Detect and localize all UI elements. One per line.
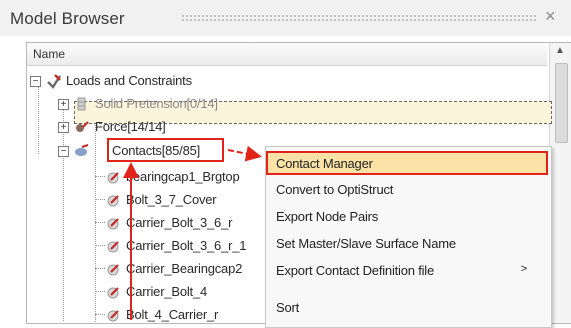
- expand-icon[interactable]: +: [58, 122, 69, 133]
- column-header-label: Name: [33, 47, 66, 61]
- expand-icon[interactable]: +: [58, 99, 69, 110]
- collapse-icon[interactable]: −: [58, 146, 69, 157]
- contact-pair-icon: [107, 218, 119, 230]
- tree-connector-line: [95, 245, 105, 246]
- collapse-icon[interactable]: −: [30, 76, 41, 87]
- context-menu: Contact Manager Convert to OptiStruct Ex…: [265, 146, 552, 328]
- tree-connector-line: [95, 199, 105, 200]
- tree-item-label: bearingcap1_Brgtop: [126, 169, 240, 184]
- menu-item-contact-manager[interactable]: Contact Manager: [266, 151, 548, 175]
- tree-item-label: Carrier_Bolt_4: [126, 284, 208, 299]
- close-icon[interactable]: ×: [545, 6, 556, 27]
- menu-item-set-master-slave-surface-name[interactable]: Set Master/Slave Surface Name: [276, 236, 456, 251]
- menu-item-export-contact-definition-file[interactable]: Export Contact Definition file >: [276, 263, 541, 278]
- panel-title: Model Browser: [10, 9, 125, 28]
- menu-item-convert-to-optistruct[interactable]: Convert to OptiStruct: [276, 182, 393, 197]
- vertical-scrollbar[interactable]: ▲: [549, 43, 571, 323]
- tree-item-loads-and-constraints[interactable]: − Loads and Constraints: [28, 70, 328, 92]
- tree-item-label: Carrier_Bolt_3_6_r_1: [126, 238, 247, 253]
- tree-connector-line: [95, 268, 105, 269]
- pretension-icon: [77, 97, 86, 111]
- tree-connector-line: [95, 176, 105, 177]
- tree-item-label: Loads and Constraints: [66, 73, 192, 88]
- model-browser-header: Model Browser ×: [0, 0, 571, 36]
- contact-pair-icon: [107, 287, 119, 299]
- tree-item-solid-pretension[interactable]: + Solid Pretension[0/14]: [52, 93, 352, 115]
- menu-item-export-node-pairs[interactable]: Export Node Pairs: [276, 209, 378, 224]
- scroll-up-arrow-icon[interactable]: ▲: [555, 45, 565, 56]
- tree-item-label: Carrier_Bolt_3_6_r: [126, 215, 233, 230]
- tree-item-label: Force[14/14]: [95, 119, 166, 134]
- scrollbar-thumb[interactable]: [555, 63, 568, 143]
- menu-item-sort[interactable]: Sort: [276, 300, 299, 315]
- column-header-name[interactable]: Name: [27, 43, 547, 66]
- menu-item-label: Contact Manager: [276, 156, 373, 171]
- tree-connector-line: [95, 291, 105, 292]
- tree-item-label: Solid Pretension[0/14]: [95, 96, 218, 111]
- force-icon: [76, 121, 89, 132]
- annotation-highlight-box: [107, 138, 224, 162]
- contact-pair-icon: [107, 241, 119, 253]
- tree-connector-line: [38, 84, 39, 154]
- contacts-icon: [75, 144, 89, 156]
- loads-constraints-icon: [47, 74, 62, 89]
- contact-pair-icon: [107, 310, 119, 322]
- menu-item-label: Export Contact Definition file: [276, 263, 435, 278]
- tree-item-label: Carrier_Bearingcap2: [126, 261, 243, 276]
- tree-item-force[interactable]: + Force[14/14]: [52, 116, 352, 138]
- tree-connector-line: [95, 222, 105, 223]
- panel-drag-grip[interactable]: [181, 14, 538, 22]
- contact-pair-icon: [107, 172, 119, 184]
- tree-item-label: Bolt_3_7_Cover: [126, 192, 217, 207]
- contact-pair-icon: [107, 264, 119, 276]
- contact-pair-icon: [107, 195, 119, 207]
- submenu-arrow-icon: >: [520, 263, 527, 275]
- tree-connector-line: [95, 314, 105, 315]
